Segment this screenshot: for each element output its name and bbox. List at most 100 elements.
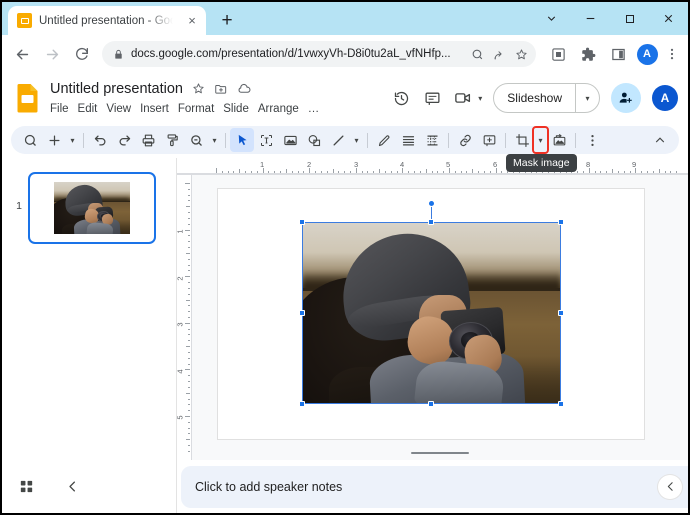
more-options-icon[interactable]	[580, 128, 604, 152]
resize-handle-bottom-right[interactable]	[558, 401, 564, 407]
horizontal-ruler[interactable]: 1 2 3 4 5 6 7 8 9	[177, 158, 688, 175]
photographer-image[interactable]	[303, 223, 560, 403]
tab-strip: Untitled presentation - Google S × +	[2, 2, 688, 35]
browser-toolbar: docs.google.com/presentation/d/1vwxyVh-D…	[2, 35, 688, 73]
resize-handle-bottom-center[interactable]	[428, 401, 434, 407]
new-tab-button[interactable]: +	[214, 7, 240, 33]
tooltip-mask-image: Mask image	[506, 154, 577, 172]
add-comment-icon[interactable]	[477, 128, 501, 152]
new-slide-caret-icon[interactable]: ▾	[66, 128, 79, 152]
account-avatar[interactable]: A	[652, 85, 678, 111]
zoom-caret-icon[interactable]: ▾	[208, 128, 221, 152]
speaker-notes-pane[interactable]: Click to add speaker notes	[181, 465, 688, 508]
undo-icon[interactable]	[88, 128, 112, 152]
menu-insert[interactable]: Insert	[140, 103, 169, 115]
ruler-v-num-1: 1	[177, 229, 185, 233]
slideshow-button[interactable]: Slideshow ▾	[493, 83, 600, 113]
table-borders-icon[interactable]	[420, 128, 444, 152]
version-history-icon[interactable]	[387, 84, 415, 112]
search-icon[interactable]	[18, 128, 42, 152]
search-icon[interactable]	[471, 48, 484, 61]
insert-image-icon[interactable]	[278, 128, 302, 152]
mask-image-caret-icon[interactable]: ▾	[532, 126, 549, 154]
slides-header: Untitled presentation File Edit View Ins…	[2, 73, 688, 123]
move-to-folder-icon[interactable]	[214, 82, 228, 96]
paint-format-icon[interactable]	[160, 128, 184, 152]
slide-filmstrip: 1	[2, 158, 177, 460]
bookmark-star-icon[interactable]	[515, 48, 528, 61]
menu-format[interactable]: Format	[178, 103, 214, 115]
resize-handle-top-right[interactable]	[558, 219, 564, 225]
collapse-toolbar-chevron-icon[interactable]	[648, 128, 672, 152]
replace-image-icon[interactable]	[547, 128, 571, 152]
slide-canvas[interactable]	[217, 188, 645, 440]
pen-icon[interactable]	[372, 128, 396, 152]
qr-scan-icon[interactable]	[544, 40, 572, 68]
new-slide-icon[interactable]	[42, 128, 66, 152]
slides-logo-icon[interactable]	[12, 81, 42, 115]
notes-resize-divider[interactable]	[411, 452, 469, 454]
vertical-ruler[interactable]: 1 2 3 4 5	[177, 175, 192, 460]
resize-handle-top-left[interactable]	[299, 219, 305, 225]
select-cursor-icon[interactable]	[230, 128, 254, 152]
line-icon[interactable]	[326, 128, 350, 152]
maximize-icon[interactable]	[610, 2, 649, 35]
close-window-icon[interactable]	[649, 2, 688, 35]
extensions-puzzle-icon[interactable]	[574, 40, 602, 68]
lock-icon	[113, 49, 124, 60]
profile-avatar[interactable]: A	[634, 40, 660, 68]
browser-window: Untitled presentation - Google S × +	[0, 0, 690, 515]
resize-handle-middle-left[interactable]	[299, 310, 305, 316]
meet-camera-icon[interactable]	[449, 84, 477, 112]
redo-icon[interactable]	[112, 128, 136, 152]
slide-number: 1	[16, 200, 22, 212]
tab-search-icon[interactable]	[532, 2, 571, 35]
menu-slide[interactable]: Slide	[223, 103, 249, 115]
crop-image-icon[interactable]	[510, 128, 534, 152]
line-caret-icon[interactable]: ▾	[350, 128, 363, 152]
back-icon[interactable]	[8, 40, 36, 68]
minimize-icon[interactable]	[571, 2, 610, 35]
menu-arrange[interactable]: Arrange	[258, 103, 299, 115]
reload-icon[interactable]	[68, 40, 96, 68]
split-view-icon[interactable]	[604, 40, 632, 68]
address-bar[interactable]: docs.google.com/presentation/d/1vwxyVh-D…	[102, 41, 536, 67]
zoom-icon[interactable]	[184, 128, 208, 152]
menu-more[interactable]: …	[308, 103, 320, 115]
canvas-area[interactable]	[192, 175, 688, 460]
ruler-v-num-5: 5	[177, 415, 185, 419]
three-dot-menu-icon[interactable]	[662, 40, 682, 68]
menu-edit[interactable]: Edit	[78, 103, 98, 115]
document-title[interactable]: Untitled presentation	[50, 81, 183, 97]
ruler-v-num-4: 4	[177, 369, 185, 373]
share-person-add-icon[interactable]	[611, 83, 641, 113]
resize-handle-top-center[interactable]	[428, 219, 434, 225]
grid-view-icon[interactable]	[18, 478, 35, 495]
forward-icon[interactable]	[38, 40, 66, 68]
slideshow-caret-icon[interactable]: ▾	[575, 84, 599, 112]
collapse-notes-chevron-icon[interactable]	[658, 474, 682, 499]
toolbar-separator	[83, 132, 84, 148]
ruler-v-num-2: 2	[177, 276, 185, 280]
comment-icon[interactable]	[418, 84, 446, 112]
star-icon[interactable]	[192, 82, 205, 95]
collapse-filmstrip-chevron-icon[interactable]	[65, 479, 80, 494]
filmstrip-slide-1[interactable]: 1	[10, 172, 156, 244]
close-icon[interactable]: ×	[184, 13, 200, 29]
browser-tab[interactable]: Untitled presentation - Google S ×	[8, 6, 206, 35]
insert-link-icon[interactable]	[453, 128, 477, 152]
share-icon[interactable]	[493, 48, 506, 61]
menu-view[interactable]: View	[106, 103, 131, 115]
toolbar-separator	[225, 132, 226, 148]
meet-caret-icon[interactable]: ▾	[478, 94, 482, 103]
text-align-icon[interactable]	[396, 128, 420, 152]
menu-file[interactable]: File	[50, 103, 69, 115]
cloud-saved-icon[interactable]	[237, 81, 252, 96]
resize-handle-bottom-left[interactable]	[299, 401, 305, 407]
print-icon[interactable]	[136, 128, 160, 152]
rotation-handle[interactable]	[428, 200, 435, 207]
resize-handle-middle-right[interactable]	[558, 310, 564, 316]
slide-thumbnail[interactable]	[28, 172, 156, 244]
text-box-icon[interactable]	[254, 128, 278, 152]
shape-icon[interactable]	[302, 128, 326, 152]
